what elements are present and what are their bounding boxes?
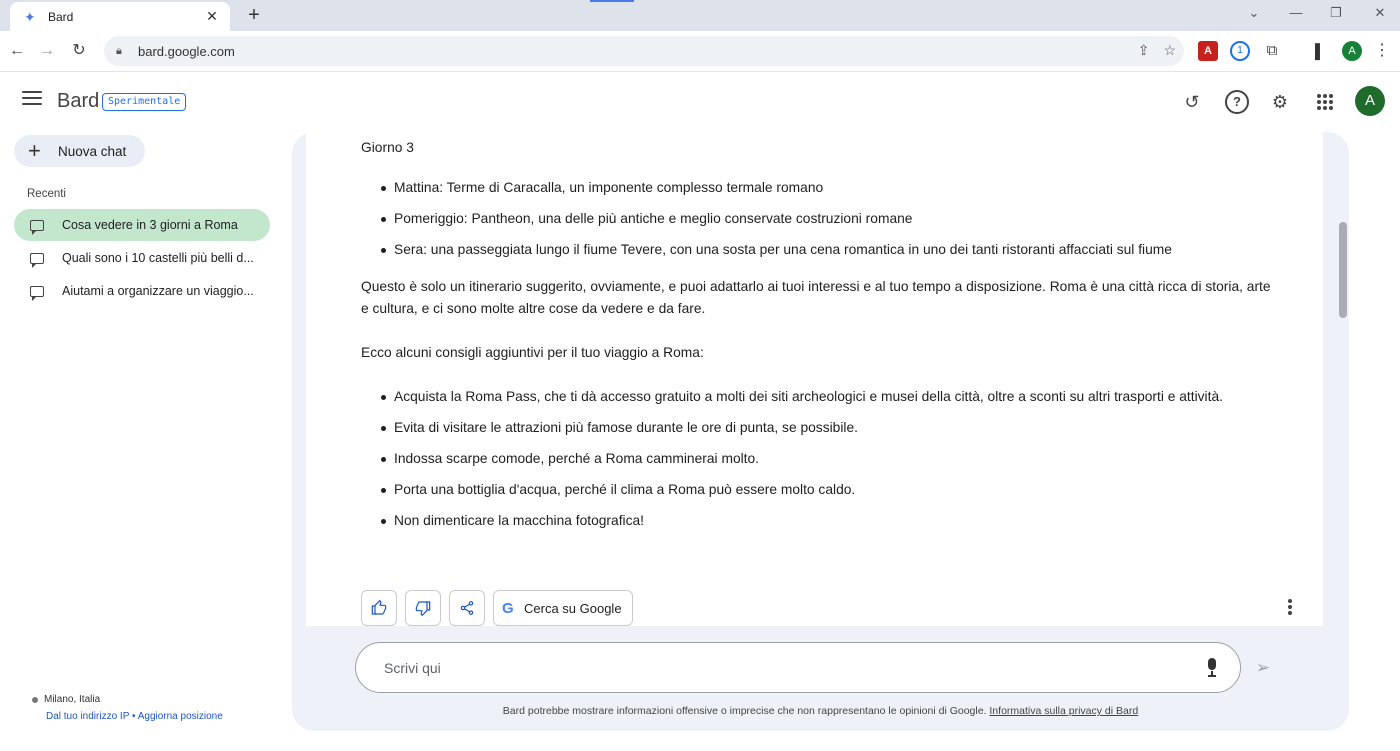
scrollbar[interactable] bbox=[1339, 222, 1347, 318]
recent-chat-item[interactable]: Aiutami a organizzare un viaggio... bbox=[14, 275, 270, 307]
google-search-button[interactable]: G Cerca su Google bbox=[493, 590, 633, 626]
menu-icon[interactable] bbox=[22, 91, 42, 107]
url-text: bard.google.com bbox=[138, 43, 235, 59]
restore-button[interactable]: ❐ bbox=[1326, 5, 1346, 21]
list-item: Pomeriggio: Pantheon, una delle più anti… bbox=[361, 208, 1281, 230]
help-icon[interactable]: ? bbox=[1225, 90, 1249, 114]
list-item: Indossa scarpe comode, perché a Roma cam… bbox=[361, 448, 1281, 470]
thumbs-down-button[interactable] bbox=[405, 590, 441, 626]
thumbs-up-icon bbox=[371, 600, 387, 615]
chat-bubble-icon bbox=[30, 285, 44, 301]
share-button[interactable] bbox=[449, 590, 485, 626]
recent-heading: Recenti bbox=[27, 188, 66, 200]
extensions-icon[interactable]: ⧉ bbox=[1262, 41, 1282, 61]
list-item: Sera: una passeggiata lungo il fiume Tev… bbox=[361, 239, 1281, 261]
disclaimer-text: Bard potrebbe mostrare informazioni offe… bbox=[502, 705, 987, 717]
app-header: Bard Sperimentale ↺ ? ⚙ A bbox=[0, 72, 1400, 132]
app-title: Bard bbox=[57, 90, 100, 112]
new-tab-button[interactable]: + bbox=[242, 4, 266, 28]
address-bar[interactable]: 🔒︎ bard.google.com ⇪ ☆ bbox=[104, 36, 1184, 66]
chat-bubble-icon bbox=[30, 252, 44, 268]
day-itinerary-list: Mattina: Terme di Caracalla, un imponent… bbox=[361, 177, 1281, 261]
recent-chat-item[interactable]: Quali sono i 10 castelli più belli d... bbox=[14, 242, 270, 274]
more-vert-icon[interactable] bbox=[1282, 597, 1298, 617]
response-actions: G Cerca su Google bbox=[361, 590, 633, 626]
prompt-input[interactable] bbox=[384, 659, 1164, 676]
experimental-badge: Sperimentale bbox=[102, 93, 187, 111]
reload-icon[interactable]: ↻ bbox=[68, 40, 90, 62]
prompt-input-container bbox=[355, 642, 1241, 693]
google-logo-icon: G bbox=[502, 599, 514, 617]
response-paragraph: Ecco alcuni consigli aggiuntivi per il t… bbox=[361, 345, 704, 360]
bard-response: Giorno 3 Mattina: Terme di Caracalla, un… bbox=[306, 132, 1323, 626]
lock-icon[interactable]: 🔒︎ bbox=[116, 45, 130, 58]
plus-icon: + bbox=[28, 138, 41, 163]
recent-chat-item[interactable]: Cosa vedere in 3 giorni a Roma bbox=[14, 209, 270, 241]
close-window-button[interactable]: ✕ bbox=[1370, 5, 1390, 21]
chat-bubble-icon bbox=[30, 219, 44, 235]
location-links: Dal tuo indirizzo IP • Aggiorna posizion… bbox=[46, 711, 223, 722]
minimize-button[interactable]: — bbox=[1286, 5, 1306, 20]
settings-gear-icon[interactable]: ⚙ bbox=[1268, 90, 1292, 114]
browser-tab-bar: ✦ Bard ✕ + ⌄ — ❐ ✕ bbox=[0, 0, 1400, 31]
tab-strip-indicator bbox=[590, 0, 634, 2]
tab-title: Bard bbox=[48, 9, 74, 24]
list-item: Evita di visitare le attrazioni più famo… bbox=[361, 417, 1281, 439]
google-search-label: Cerca su Google bbox=[524, 600, 622, 616]
google-apps-icon[interactable] bbox=[1317, 94, 1333, 110]
day-heading: Giorno 3 bbox=[361, 140, 414, 155]
response-paragraph: Questo è solo un itinerario suggerito, o… bbox=[361, 279, 1271, 316]
list-item: Non dimenticare la macchina fotografica! bbox=[361, 510, 1281, 532]
microphone-icon[interactable] bbox=[1206, 658, 1218, 678]
send-icon[interactable]: ➢ bbox=[1252, 657, 1274, 679]
recent-chats-list: Cosa vedere in 3 giorni a Roma Quali son… bbox=[14, 209, 270, 308]
recent-chat-label: Cosa vedere in 3 giorni a Roma bbox=[62, 218, 238, 232]
list-item: Porta una bottiglia d'acqua, perché il c… bbox=[361, 479, 1281, 501]
list-item: Acquista la Roma Pass, che ti dà accesso… bbox=[361, 386, 1281, 408]
bookmark-star-icon[interactable]: ☆ bbox=[1163, 42, 1176, 59]
list-item: Mattina: Terme di Caracalla, un imponent… bbox=[361, 177, 1281, 199]
tips-list: Acquista la Roma Pass, che ti dà accesso… bbox=[361, 386, 1281, 532]
side-panel-icon[interactable]: ▌ bbox=[1310, 41, 1330, 61]
tab-search-icon[interactable]: ⌄ bbox=[1244, 5, 1264, 21]
ip-location-link[interactable]: Dal tuo indirizzo IP bbox=[46, 711, 129, 722]
share-page-icon[interactable]: ⇪ bbox=[1138, 42, 1150, 59]
update-location-link[interactable]: Aggiorna posizione bbox=[138, 711, 223, 722]
close-tab-icon[interactable]: ✕ bbox=[204, 8, 220, 25]
response-content: Giorno 3 Mattina: Terme di Caracalla, un… bbox=[361, 137, 1281, 547]
forward-icon[interactable]: → bbox=[36, 40, 58, 62]
recent-chat-label: Quali sono i 10 castelli più belli d... bbox=[62, 251, 254, 265]
browser-tab[interactable]: ✦ Bard ✕ bbox=[10, 2, 230, 31]
location-name: Milano, Italia bbox=[44, 694, 101, 705]
back-icon[interactable]: ← bbox=[6, 40, 28, 62]
share-icon bbox=[460, 601, 474, 615]
recent-chat-label: Aiutami a organizzare un viaggio... bbox=[62, 284, 254, 298]
history-icon[interactable]: ↺ bbox=[1180, 90, 1204, 114]
new-chat-label: Nuova chat bbox=[58, 143, 127, 159]
password-manager-icon[interactable]: 1 bbox=[1230, 41, 1250, 61]
disclaimer: Bard potrebbe mostrare informazioni offe… bbox=[292, 705, 1349, 717]
pdf-extension-icon[interactable]: A bbox=[1198, 41, 1218, 61]
thumbs-down-icon bbox=[415, 601, 431, 616]
profile-avatar-icon[interactable]: A bbox=[1342, 41, 1362, 61]
location-info: Milano, Italia bbox=[32, 694, 100, 705]
new-chat-button[interactable]: + Nuova chat bbox=[14, 135, 145, 167]
bard-sparkle-icon: ✦ bbox=[24, 8, 36, 25]
location-dot-icon bbox=[32, 696, 38, 703]
location-separator: • bbox=[129, 711, 138, 722]
privacy-link[interactable]: Informativa sulla privacy di Bard bbox=[989, 705, 1138, 717]
thumbs-up-button[interactable] bbox=[361, 590, 397, 626]
account-avatar[interactable]: A bbox=[1355, 86, 1385, 116]
browser-menu-icon[interactable]: ⋮ bbox=[1372, 41, 1392, 61]
browser-toolbar: ← → ↻ 🔒︎ bard.google.com ⇪ ☆ A 1 ⧉ ▌ A ⋮ bbox=[0, 31, 1400, 72]
